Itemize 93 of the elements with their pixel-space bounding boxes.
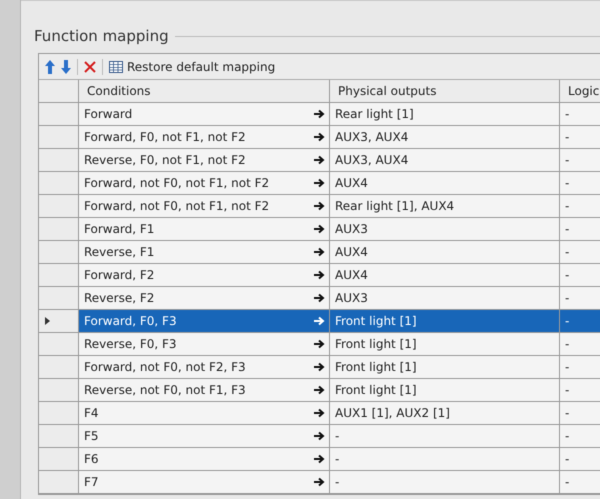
column-header[interactable]: Logic: [560, 80, 600, 103]
arrow-icon: [314, 293, 325, 303]
table-cell: AUX4: [330, 264, 560, 287]
arrow-icon: [314, 178, 325, 188]
table-cell: Rear light [1], AUX4: [330, 195, 560, 218]
table-cell: AUX3, AUX4: [330, 149, 560, 172]
delete-button[interactable]: [84, 60, 96, 72]
table-cell: -: [560, 448, 600, 471]
table-cell: AUX3: [330, 218, 560, 241]
row-header[interactable]: [39, 402, 79, 425]
table-cell: F5: [84, 429, 99, 443]
row-header[interactable]: [39, 287, 79, 310]
table-cell: -: [560, 103, 600, 126]
arrow-icon: [314, 316, 325, 326]
table-cell: AUX4: [330, 172, 560, 195]
table-cell: -: [560, 241, 600, 264]
table-cell: Reverse, not F0, not F1, F3: [84, 383, 246, 397]
row-header[interactable]: [39, 448, 79, 471]
row-header[interactable]: [39, 356, 79, 379]
row-header[interactable]: [39, 149, 79, 172]
table-cell: Reverse, F1: [84, 245, 154, 259]
table-cell: Front light [1]: [330, 356, 560, 379]
table-cell: Forward, F0, F3: [84, 314, 177, 328]
row-header[interactable]: [39, 333, 79, 356]
row-header[interactable]: [39, 310, 79, 333]
arrow-icon: [314, 132, 325, 142]
move-down-button[interactable]: [61, 60, 71, 74]
column-header[interactable]: Physical outputs: [330, 80, 560, 103]
row-pointer-icon: [45, 317, 50, 325]
arrow-icon: [314, 270, 325, 280]
arrow-icon: [314, 477, 325, 487]
table-cell: -: [330, 471, 560, 494]
row-header[interactable]: [39, 425, 79, 448]
table-cell: -: [560, 425, 600, 448]
table-cell: Front light [1]: [330, 379, 560, 402]
row-header[interactable]: [39, 172, 79, 195]
table-cell: Reverse, F0, not F1, not F2: [84, 153, 246, 167]
table-cell: AUX3, AUX4: [330, 126, 560, 149]
table-cell: -: [560, 172, 600, 195]
arrow-icon: [314, 431, 325, 441]
table-cell: Forward, F2: [84, 268, 154, 282]
row-header[interactable]: [39, 218, 79, 241]
grid-icon: [109, 60, 123, 72]
table-cell: Forward, not F0, not F1, not F2: [84, 176, 270, 190]
arrow-icon: [314, 385, 325, 395]
table-cell: Reverse, F0, F3: [84, 337, 177, 351]
table-cell: AUX1 [1], AUX2 [1]: [330, 402, 560, 425]
table-cell: Front light [1]: [330, 333, 560, 356]
arrow-icon: [314, 362, 325, 372]
table-cell: -: [560, 471, 600, 494]
table-cell: F7: [84, 475, 99, 489]
table-cell: -: [560, 126, 600, 149]
table-cell: -: [560, 379, 600, 402]
table-cell: -: [560, 356, 600, 379]
table-cell: -: [560, 149, 600, 172]
table-cell: -: [560, 218, 600, 241]
table-cell: -: [330, 448, 560, 471]
table-cell: Forward, F0, not F1, not F2: [84, 130, 246, 144]
move-up-button[interactable]: [45, 60, 55, 74]
table-cell: -: [560, 195, 600, 218]
arrow-icon: [314, 339, 325, 349]
table-cell: -: [560, 333, 600, 356]
table-cell: Forward: [84, 107, 132, 121]
table-cell: F6: [84, 452, 99, 466]
row-header[interactable]: [39, 471, 79, 494]
table-cell: Reverse, F2: [84, 291, 154, 305]
table-cell: -: [330, 425, 560, 448]
arrow-icon: [314, 454, 325, 464]
table-cell: AUX4: [330, 241, 560, 264]
row-header[interactable]: [39, 379, 79, 402]
table-cell: -: [560, 310, 600, 333]
group-title: Function mapping: [34, 27, 169, 45]
table-cell: F4: [84, 406, 99, 420]
table-cell: -: [560, 402, 600, 425]
table-cell: -: [560, 264, 600, 287]
row-header[interactable]: [39, 195, 79, 218]
arrow-icon: [314, 224, 325, 234]
row-header[interactable]: [39, 264, 79, 287]
arrow-icon: [314, 408, 325, 418]
table-cell: Forward, not F0, not F2, F3: [84, 360, 246, 374]
row-header[interactable]: [39, 103, 79, 126]
table-cell: Forward, F1: [84, 222, 154, 236]
table-cell: Forward, not F0, not F1, not F2: [84, 199, 270, 213]
restore-default-mapping-button[interactable]: Restore default mapping: [109, 60, 276, 74]
table-cell: Rear light [1]: [330, 103, 560, 126]
row-header[interactable]: [39, 126, 79, 149]
arrow-icon: [314, 155, 325, 165]
arrow-icon: [314, 201, 325, 211]
row-header[interactable]: [39, 241, 79, 264]
column-header[interactable]: Conditions: [79, 80, 330, 103]
arrow-icon: [314, 109, 325, 119]
table-cell: Front light [1]: [330, 310, 560, 333]
arrow-icon: [314, 247, 325, 257]
